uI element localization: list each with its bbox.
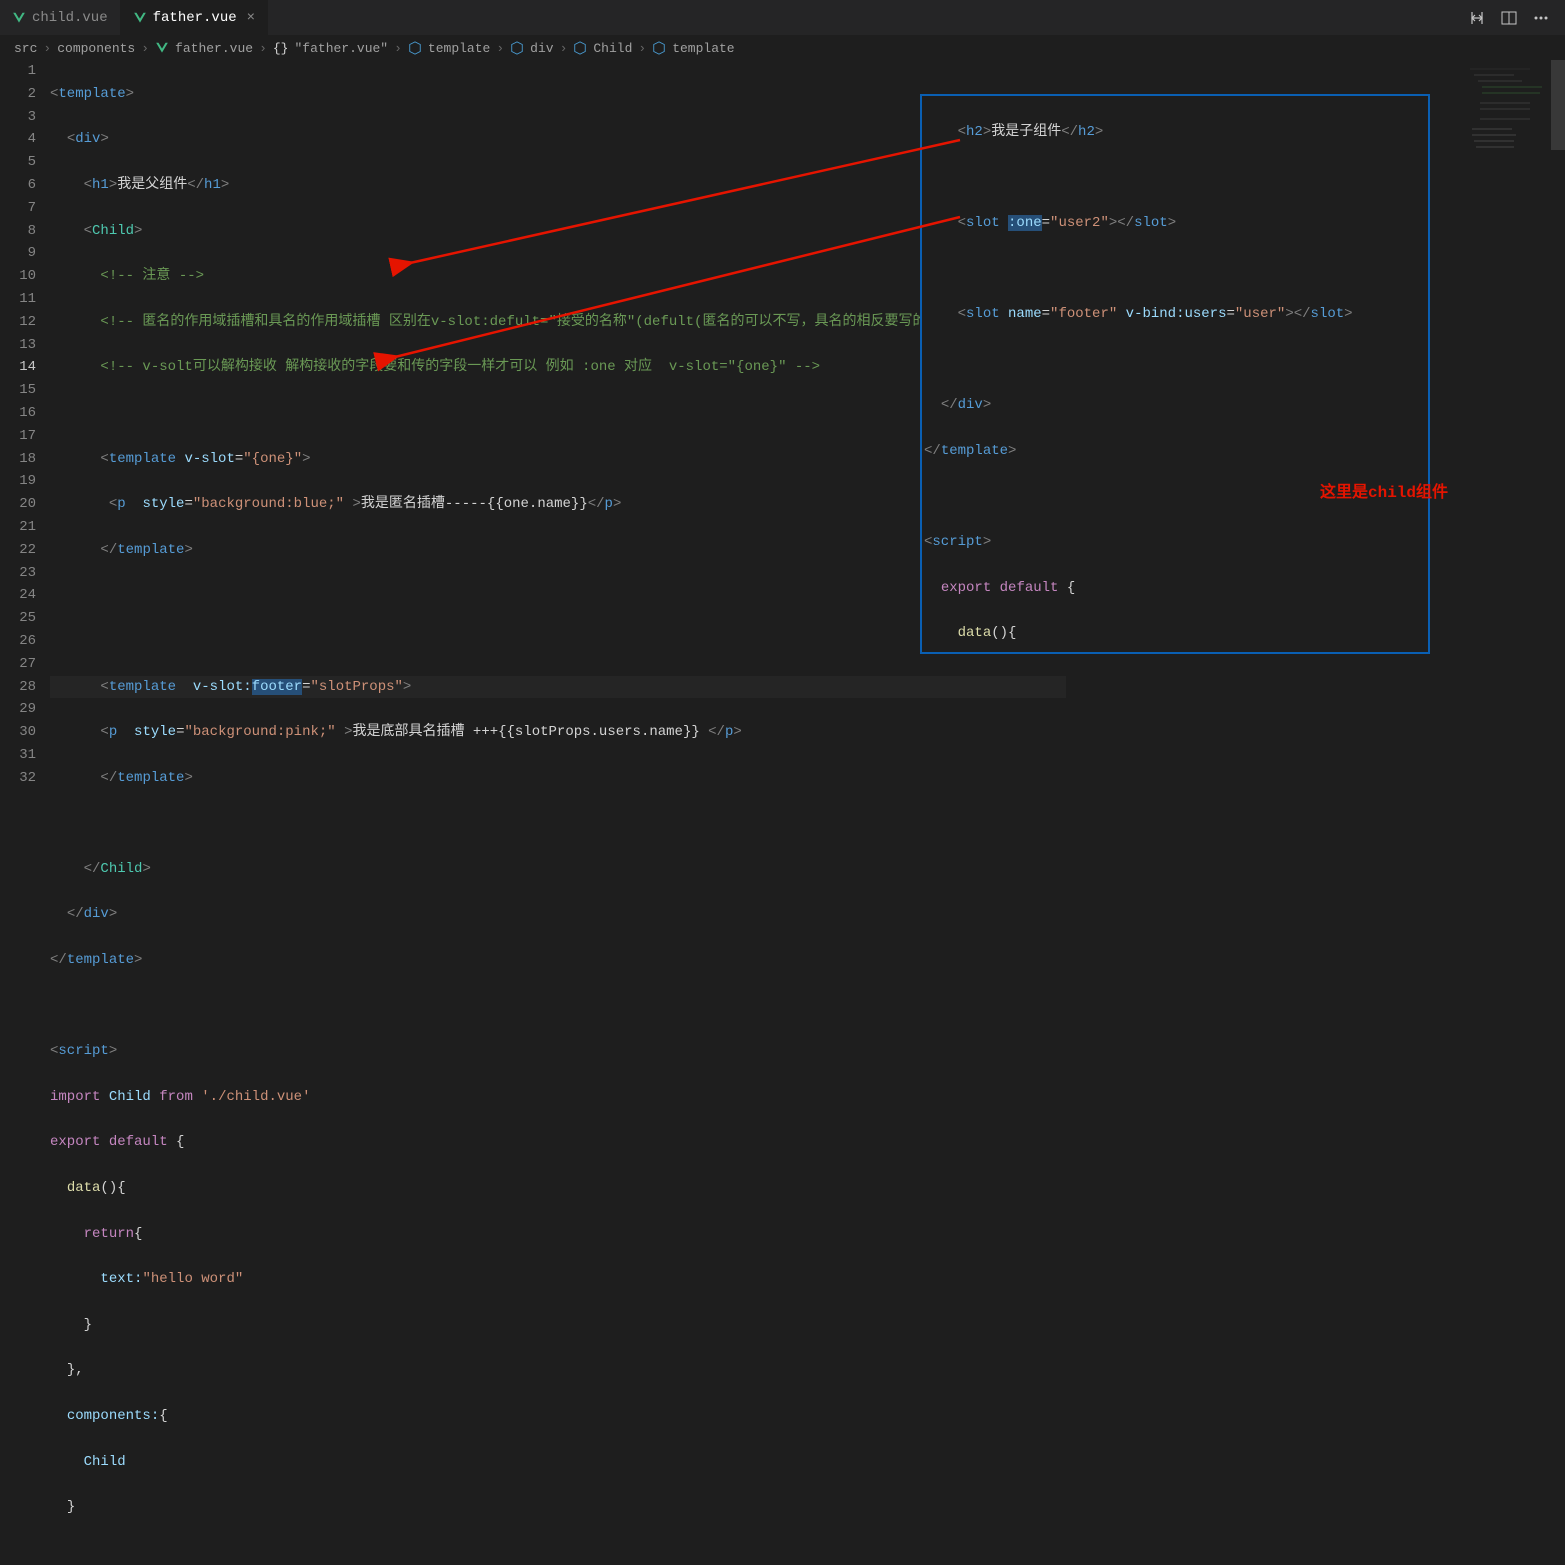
more-icon[interactable] — [1533, 10, 1549, 26]
child-editor-panel[interactable]: <h2>我是子组件</h2> <slot :one="user2"></slot… — [920, 94, 1430, 654]
breadcrumb-item[interactable]: template — [672, 41, 734, 56]
breadcrumb-item[interactable]: div — [530, 41, 553, 56]
cube-icon — [573, 41, 587, 55]
vue-icon — [155, 41, 169, 55]
annotation-label: 这里是child组件 — [1320, 478, 1448, 502]
main-editor[interactable]: 123 456 789 101112 131415 161718 192021 … — [0, 60, 1066, 831]
chevron-icon: › — [141, 41, 149, 56]
tab-label: child.vue — [32, 10, 108, 26]
breadcrumb-item[interactable]: Child — [593, 41, 632, 56]
compare-icon[interactable] — [1469, 10, 1485, 26]
cube-icon — [408, 41, 422, 55]
breadcrumb-item[interactable]: components — [57, 41, 135, 56]
editor-area: 123 456 789 101112 131415 161718 192021 … — [0, 60, 1565, 831]
chevron-icon: › — [43, 41, 51, 56]
breadcrumb-item[interactable]: src — [14, 41, 37, 56]
chevron-icon: › — [394, 41, 402, 56]
scrollbar-thumb[interactable] — [1551, 60, 1565, 150]
cube-icon — [652, 41, 666, 55]
breadcrumb-item[interactable]: "father.vue" — [294, 41, 388, 56]
split-editor-icon[interactable] — [1501, 10, 1517, 26]
cube-icon — [510, 41, 524, 55]
chevron-icon: › — [259, 41, 267, 56]
tabs-right — [1469, 0, 1565, 35]
chevron-icon: › — [560, 41, 568, 56]
code-body[interactable]: <template> <div> <h1>我是父组件</h1> <Child> … — [50, 60, 1066, 831]
braces-icon: {} — [273, 41, 289, 56]
close-icon[interactable]: × — [247, 10, 255, 26]
editor-tabs: child.vue father.vue × — [0, 0, 1565, 36]
chevron-icon: › — [638, 41, 646, 56]
minimap[interactable] — [1460, 60, 1560, 180]
breadcrumb-item[interactable]: template — [428, 41, 490, 56]
chevron-icon: › — [496, 41, 504, 56]
tabs-left: child.vue father.vue × — [0, 0, 268, 35]
breadcrumb[interactable]: src › components › father.vue › {} "fath… — [0, 36, 1565, 60]
side-code[interactable]: <h2>我是子组件</h2> <slot :one="user2"></slot… — [922, 98, 1428, 654]
vue-icon — [12, 11, 26, 25]
breadcrumb-item[interactable]: father.vue — [175, 41, 253, 56]
vertical-scrollbar[interactable] — [1551, 60, 1565, 831]
vue-icon — [133, 11, 147, 25]
tab-father[interactable]: father.vue × — [121, 0, 268, 35]
line-gutter: 123 456 789 101112 131415 161718 192021 … — [0, 60, 50, 831]
tab-child[interactable]: child.vue — [0, 0, 121, 35]
tab-label: father.vue — [153, 10, 237, 26]
